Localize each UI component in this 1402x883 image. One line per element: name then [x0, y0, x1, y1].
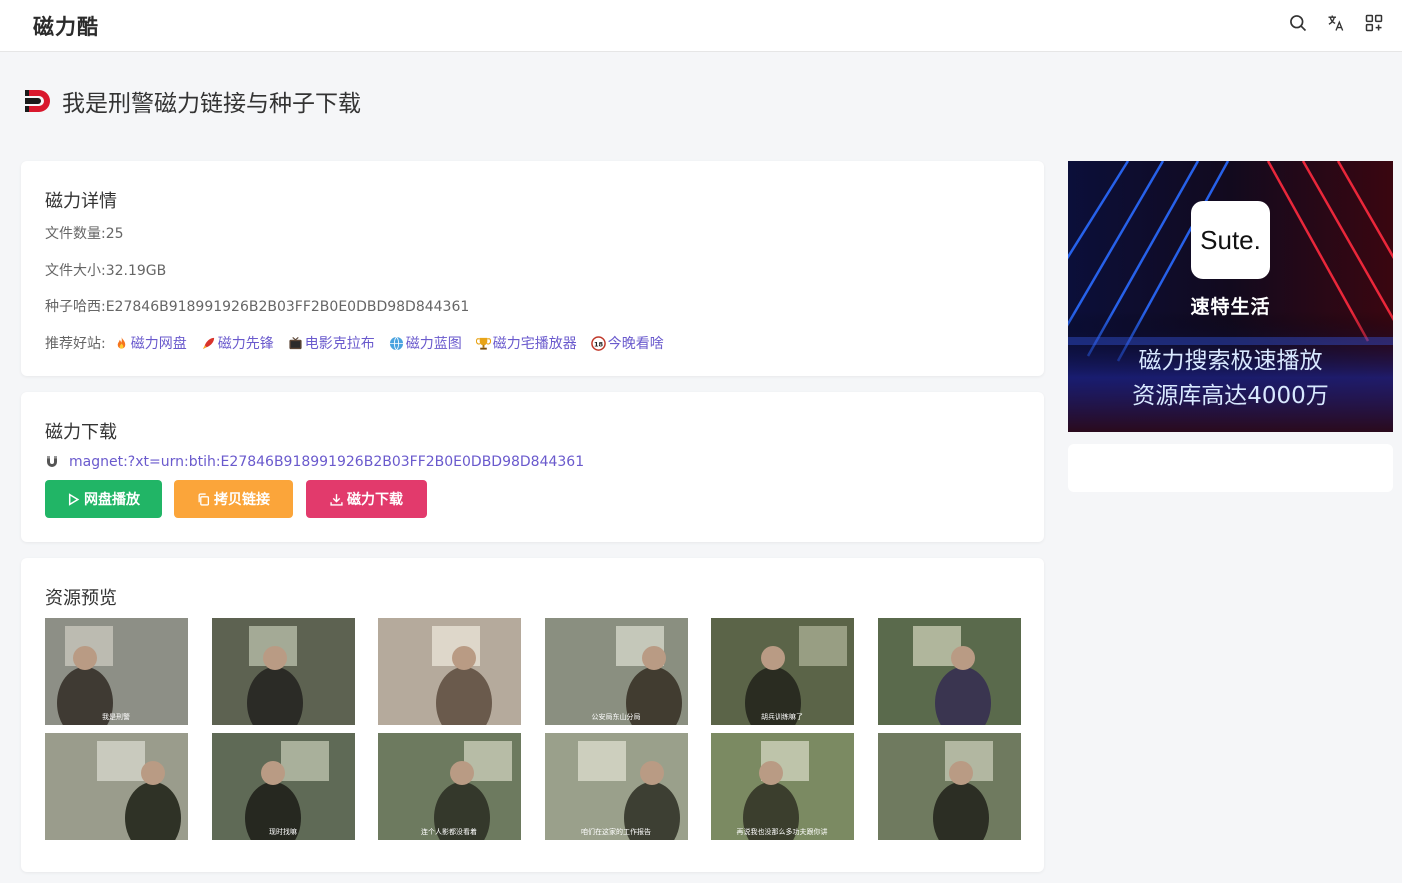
preview-thumbnail[interactable] [877, 618, 1021, 725]
preview-thumbnail[interactable] [378, 618, 521, 725]
preview-thumbnail[interactable] [877, 733, 1021, 840]
ad-banner[interactable]: Sute. 速特生活 磁力搜索极速播放 资源库高达4000万 [1068, 161, 1393, 432]
magnet-download-card: 磁力下载 magnet:?xt=urn:btih:E27846B91899192… [21, 392, 1044, 542]
thumbnail-image: 公安局东山分局 [544, 618, 688, 725]
trophy-icon [475, 337, 491, 350]
resource-preview-card: 资源预览 我是刑警 公安局东山分局 胡兵训练嘛了现时找嘛 连个人影都没看着 咱们在这家的… [21, 558, 1044, 872]
rec-site-link[interactable]: 18 今晚看啥 [590, 333, 664, 353]
thumbnail-image [211, 618, 355, 725]
preview-thumbnail[interactable] [45, 733, 188, 840]
thumbnail-caption: 公安局东山分局 [591, 712, 640, 721]
apps-icon[interactable] [1362, 11, 1386, 35]
rocket-icon [202, 337, 214, 349]
ad-logo: Sute. [1191, 201, 1270, 279]
thumbnail-image: 胡兵训练嘛了 [711, 618, 854, 725]
cloud-play-button[interactable]: 网盘播放 [45, 480, 162, 518]
preview-thumbnail[interactable]: 我是刑警 [45, 618, 188, 725]
download-icon [330, 493, 343, 506]
ad-tagline-1: 磁力搜索极速播放 [1138, 348, 1323, 374]
rec-site-link[interactable]: 磁力宅播放器 [475, 333, 577, 353]
file-count: 文件数量:25 [45, 226, 124, 242]
copy-link-button[interactable]: 拷贝链接 [174, 480, 293, 518]
preview-thumbnail[interactable]: 现时找嘛 [211, 733, 355, 840]
magnet-detail-card: 磁力详情 文件数量:25 文件大小:32.19GB 种子哈西:E27846B91… [21, 161, 1044, 376]
thumbnail-image [45, 733, 188, 840]
magnet-icon [47, 456, 57, 467]
thumbnail-image: 再说我也没那么多功夫跟你讲 [711, 733, 854, 840]
magnet-link-row: magnet:?xt=urn:btih:E27846B918991926B2B0… [45, 454, 584, 470]
translate-icon[interactable] [1324, 11, 1348, 35]
ad-tagline-2: 资源库高达4000万 [1132, 383, 1329, 409]
globe-icon [389, 336, 403, 350]
rec-site-link[interactable]: 磁力蓝图 [389, 333, 462, 353]
svg-text:18: 18 [594, 340, 604, 348]
copy-link-label: 拷贝链接 [214, 492, 270, 508]
magnet-download-label: 磁力下载 [347, 492, 403, 508]
fire-icon [117, 336, 125, 349]
preview-thumbnail[interactable]: 胡兵训练嘛了 [711, 618, 854, 725]
magnet-download-button[interactable]: 磁力下载 [306, 480, 427, 518]
detail-heading: 磁力详情 [45, 191, 117, 212]
preview-thumbnail[interactable] [211, 618, 355, 725]
preview-heading: 资源预览 [45, 588, 117, 609]
thumbnail-image [378, 618, 521, 725]
preview-thumbnail[interactable]: 公安局东山分局 [544, 618, 688, 725]
magnet-link[interactable]: magnet:?xt=urn:btih:E27846B918991926B2B0… [69, 454, 584, 470]
search-icon[interactable] [1286, 11, 1310, 35]
thumbnail-image: 连个人影都没看着 [378, 733, 521, 840]
magnet-logo-icon [25, 90, 50, 112]
preview-thumbnail[interactable]: 连个人影都没看着 [378, 733, 521, 840]
rec-site-label: 磁力宅播放器 [492, 336, 577, 352]
thumbnail-caption: 现时找嘛 [269, 827, 297, 836]
download-heading: 磁力下载 [45, 422, 117, 443]
thumbnail-caption: 胡兵训练嘛了 [761, 712, 803, 721]
thumbnail-image: 现时找嘛 [211, 733, 355, 840]
rec-site-label: 磁力蓝图 [405, 336, 462, 352]
info-hash: 种子哈西:E27846B918991926B2B03FF2B0E0DBD98D8… [45, 299, 470, 315]
thumbnail-image [877, 618, 1021, 725]
recommended-label: 推荐好站: [45, 336, 106, 352]
rec-site-label: 磁力网盘 [130, 336, 187, 352]
play-icon [68, 492, 80, 506]
rec-site-label: 磁力先锋 [217, 336, 274, 352]
cloud-play-label: 网盘播放 [84, 492, 140, 508]
ad-brand: 速特生活 [1190, 296, 1271, 318]
site-brand[interactable]: 磁力酷 [33, 11, 99, 41]
adult-18-icon: 18 [590, 335, 606, 351]
page-title-row: 我是刑警磁力链接与种子下载 [22, 84, 361, 118]
rec-site-label: 电影克拉布 [304, 336, 375, 352]
rec-site-link[interactable]: 磁力先锋 [201, 333, 274, 353]
preview-thumbnail[interactable]: 再说我也没那么多功夫跟你讲 [711, 733, 854, 840]
page-title: 我是刑警磁力链接与种子下载 [62, 91, 361, 117]
ad-logo-text: Sute. [1200, 224, 1261, 255]
thumbnail-image: 咱们在这家的工作报告 [544, 733, 688, 840]
preview-thumbnail-grid: 我是刑警 公安局东山分局 胡兵训练嘛了现时找嘛 连个人影都没看着 咱们在这家的工作报告 再… [45, 618, 1021, 840]
thumbnail-caption: 再说我也没那么多功夫跟你讲 [737, 827, 828, 836]
preview-thumbnail[interactable]: 咱们在这家的工作报告 [544, 733, 688, 840]
copy-icon [198, 492, 210, 506]
file-size: 文件大小:32.19GB [45, 263, 167, 279]
sidebar-empty-box [1068, 444, 1393, 492]
thumbnail-image [877, 733, 1021, 840]
thumbnail-caption: 咱们在这家的工作报告 [581, 827, 651, 836]
tv-icon [289, 336, 302, 349]
top-navbar: 磁力酷 [0, 0, 1402, 52]
rec-site-link[interactable]: 电影克拉布 [288, 333, 375, 353]
thumbnail-image: 我是刑警 [45, 618, 188, 725]
thumbnail-caption: 我是刑警 [102, 712, 130, 721]
recommended-sites: 推荐好站: 磁力网盘 磁力先锋 电影克拉布 磁力蓝图 磁力宅播放器 18 今晚看… [45, 333, 678, 353]
rec-site-label: 今晚看啥 [607, 336, 664, 352]
thumbnail-caption: 连个人影都没看着 [421, 827, 477, 836]
rec-site-link[interactable]: 磁力网盘 [114, 333, 187, 353]
